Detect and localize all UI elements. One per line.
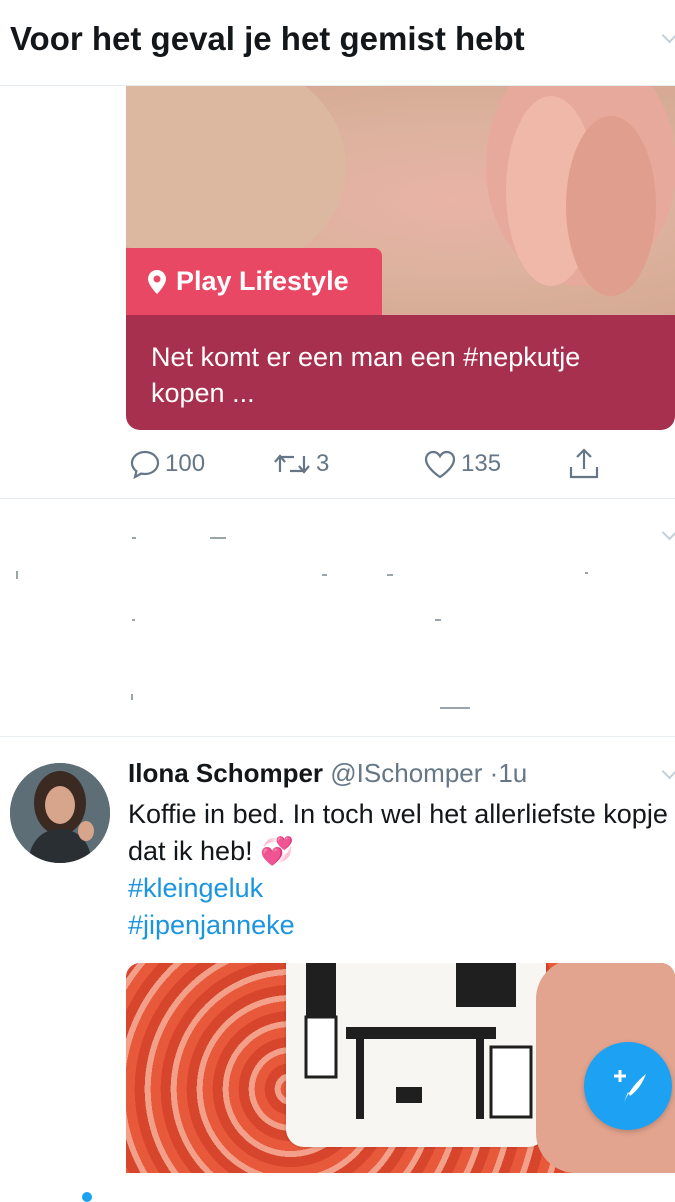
mug-illustration bbox=[286, 963, 546, 1147]
retweet-icon bbox=[274, 454, 310, 474]
avatar-photo bbox=[10, 763, 110, 863]
retweet-count: 3 bbox=[316, 450, 330, 477]
tweet-actions: 100 3 135 bbox=[0, 444, 675, 484]
card-text: Net komt er een man een #nepkutje kopen … bbox=[151, 342, 581, 408]
share-icon bbox=[569, 448, 599, 479]
like-button[interactable]: 135 bbox=[423, 444, 501, 484]
tweet-author-name[interactable]: Ilona Schomper bbox=[128, 758, 323, 788]
card-body: Net komt er een man een #nepkutje kopen … bbox=[126, 315, 675, 430]
chevron-down-icon[interactable] bbox=[661, 27, 675, 44]
tweet-timestamp: 1u bbox=[498, 758, 528, 788]
tweet-text: Koffie in bed. In toch wel het allerlief… bbox=[128, 799, 668, 866]
hashtag-link[interactable]: #jipenjanneke bbox=[128, 910, 295, 941]
section-title: Voor het geval je het gemist hebt bbox=[10, 20, 525, 57]
chevron-down-icon[interactable] bbox=[661, 524, 675, 541]
tweet-header: Ilona Schomper @ISchomper ·1u bbox=[128, 758, 527, 789]
tweet-author-handle[interactable]: @ISchomper bbox=[330, 758, 482, 788]
reply-button[interactable]: 100 bbox=[129, 444, 205, 484]
chevron-down-icon[interactable] bbox=[661, 763, 675, 780]
hashtag-link[interactable]: #kleingeluk bbox=[128, 873, 263, 904]
notification-dot bbox=[82, 1192, 92, 1202]
heart-icon bbox=[424, 450, 456, 479]
card-location-tag: Play Lifestyle bbox=[126, 248, 382, 315]
like-count: 135 bbox=[461, 450, 502, 477]
link-card[interactable]: Play Lifestyle Net komt er een man een #… bbox=[126, 86, 675, 430]
reply-count: 100 bbox=[165, 450, 206, 477]
compose-tweet-icon bbox=[614, 1070, 646, 1102]
avatar[interactable] bbox=[10, 763, 110, 863]
section-header: Voor het geval je het gemist hebt bbox=[0, 0, 675, 86]
blank-tweet bbox=[0, 499, 675, 736]
compose-tweet-button[interactable] bbox=[584, 1042, 672, 1130]
location-pin-icon bbox=[148, 269, 166, 294]
retweet-button[interactable]: 3 bbox=[272, 444, 329, 484]
divider bbox=[0, 736, 675, 737]
reply-icon bbox=[130, 450, 160, 480]
meta-separator: · bbox=[489, 758, 499, 788]
card-tag-label: Play Lifestyle bbox=[176, 266, 349, 296]
share-button[interactable] bbox=[567, 444, 605, 484]
